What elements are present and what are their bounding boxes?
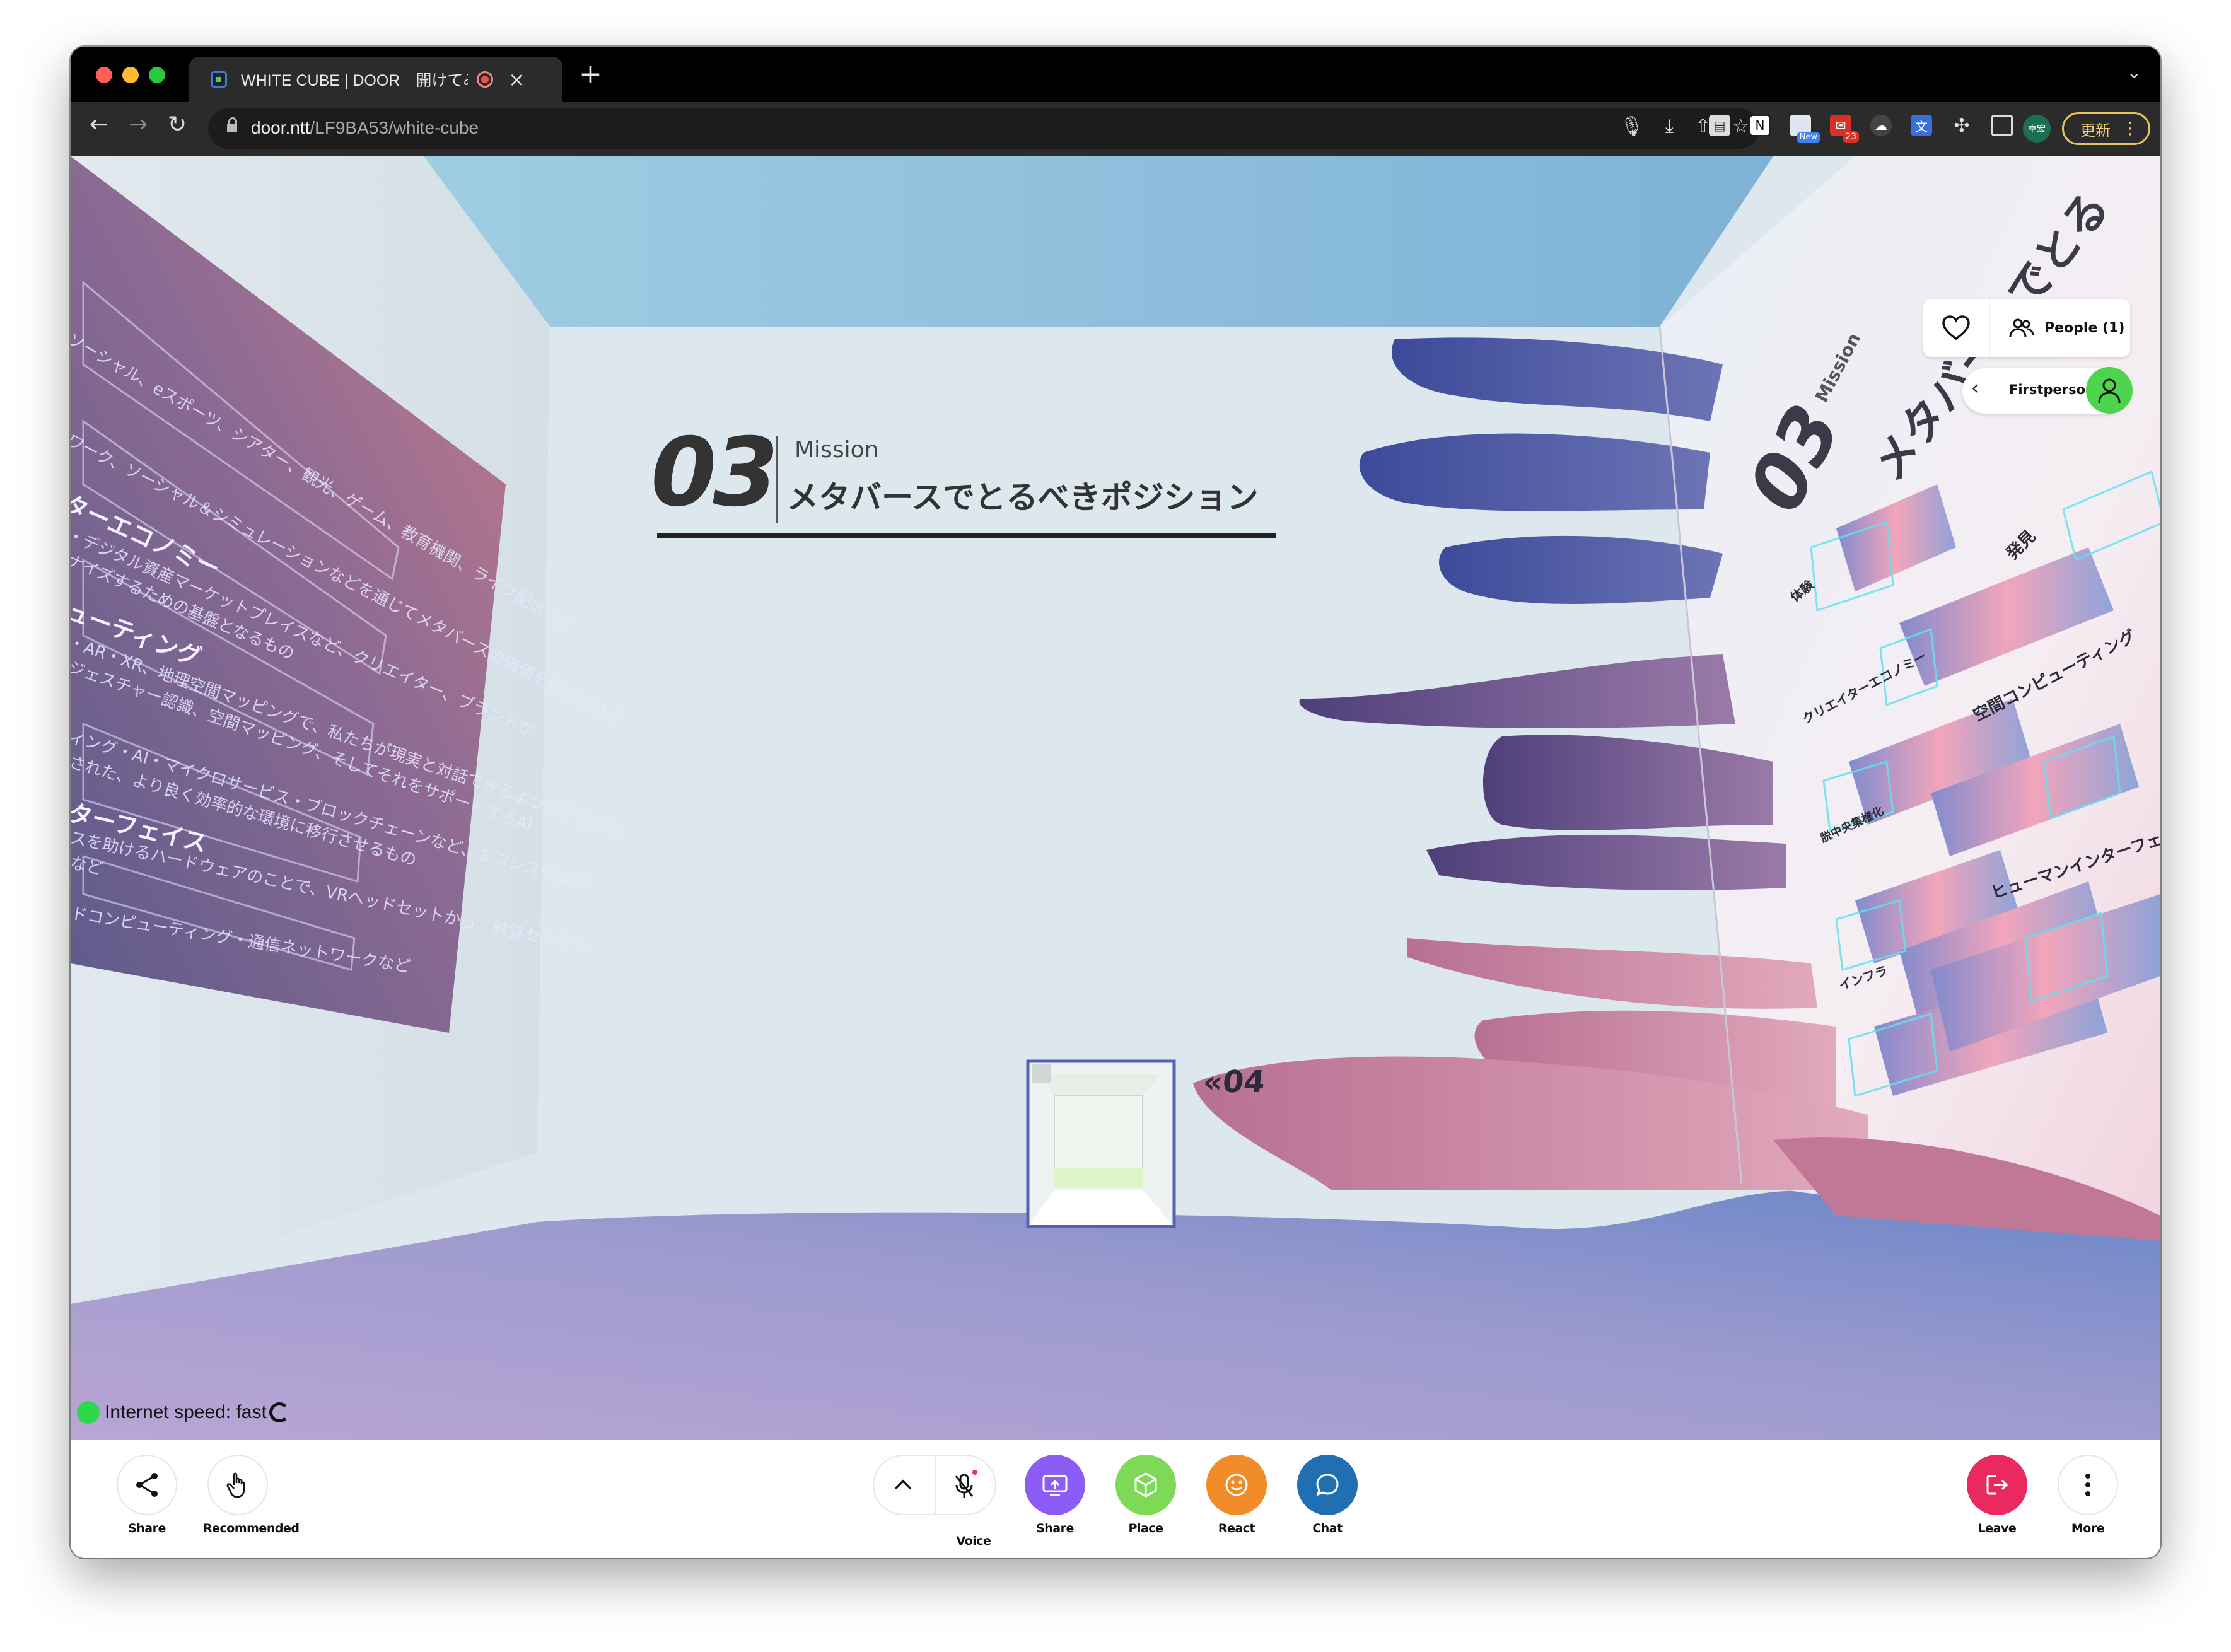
microphone-icon[interactable]: 🎙	[1620, 117, 1644, 136]
side-panel-icon[interactable]	[1991, 115, 2013, 136]
tab-search-chevron-icon[interactable]: ⌄	[2127, 62, 2141, 83]
puzzle-extensions-icon[interactable]: ✣	[1951, 115, 1972, 137]
forward-arrow-icon[interactable]: →	[129, 113, 148, 136]
share-space-label: Share	[128, 1521, 166, 1535]
more-control: More	[2053, 1455, 2123, 1535]
share-space-button[interactable]	[117, 1455, 177, 1515]
more-button[interactable]	[2058, 1455, 2118, 1515]
share-space-control: Share	[112, 1455, 182, 1535]
mission-poster: 03 Mission メタバースでとるべきポジション	[651, 418, 1281, 538]
view-mode-label: Firstperson	[2009, 382, 2095, 397]
maximize-window-button[interactable]	[149, 67, 165, 83]
voice-control-group	[873, 1455, 996, 1515]
address-bar[interactable]: door.ntt/LF9BA53/white-cube 🎙 ⤓ ⇧ ☆	[208, 108, 1759, 149]
tab-strip: WHITE CUBE | DOOR 開けてみよう × + ⌄	[71, 47, 2160, 102]
tab-white-cube[interactable]: WHITE CUBE | DOOR 開けてみよう ×	[189, 57, 562, 102]
bottom-control-bar: Share Recommended Voice Share Place Reac…	[71, 1440, 2160, 1558]
recommended-control: Recommended	[203, 1455, 300, 1535]
voice-options-chevron-icon[interactable]	[889, 1471, 917, 1501]
leave-control: Leave	[1962, 1455, 2032, 1535]
smiley-icon	[1225, 1474, 1248, 1496]
leave-label: Leave	[1978, 1521, 2017, 1535]
connection-status-dot	[77, 1401, 100, 1424]
kebab-menu-icon	[2085, 1474, 2090, 1496]
internet-speed-text: Internet speed: fast	[105, 1402, 267, 1422]
cube-icon	[1134, 1472, 1157, 1498]
install-app-icon[interactable]: ⤓	[1665, 117, 1674, 136]
react-label: React	[1218, 1521, 1255, 1535]
recording-indicator-icon	[477, 71, 493, 88]
poster-number: 03	[651, 418, 779, 528]
poster-subtitle: Mission	[795, 437, 879, 463]
lock-icon[interactable]	[227, 117, 237, 132]
screen-share-label: Share	[1036, 1521, 1074, 1535]
screen-share-button[interactable]	[1025, 1455, 1085, 1515]
profile-avatar[interactable]: 卓宏	[2023, 115, 2051, 143]
next-room-sign[interactable]: «04	[1201, 1064, 1267, 1100]
url-path: /LF9BA53/white-cube	[310, 118, 479, 137]
people-icon	[2009, 318, 2034, 337]
share-icon	[136, 1473, 158, 1497]
cloud-extension-icon[interactable]: ☁	[1870, 115, 1892, 136]
extensions-row: ▤ N New ✉ 23 ☁ 文 ✣	[1709, 115, 2013, 143]
mail-extension-icon[interactable]: ✉ 23	[1830, 115, 1859, 143]
notion-extension-icon[interactable]: N	[1749, 115, 1771, 136]
like-button[interactable]	[1923, 299, 1990, 357]
microphone-muted-icon[interactable]	[948, 1469, 981, 1504]
poster-title: メタバースでとるべきポジション	[787, 479, 1259, 516]
react-button[interactable]	[1206, 1455, 1267, 1515]
3d-viewport[interactable]: 03 Mission メタバースでとるべきポジション ソーシャル、eスポーツ、シ…	[71, 156, 2160, 1440]
update-browser-button[interactable]: 更新 ⋮	[2062, 112, 2150, 145]
reload-icon[interactable]: ↻	[168, 113, 187, 136]
url-host: door.ntt	[251, 118, 310, 137]
update-label: 更新	[2080, 121, 2111, 139]
heart-icon	[1942, 315, 1970, 340]
mail-badge-count: 23	[1843, 131, 1859, 143]
clipboard-extension-icon[interactable]: ▤	[1709, 115, 1730, 136]
hand-pointer-icon	[226, 1472, 245, 1498]
screen-share-icon	[1042, 1475, 1068, 1496]
place-label: Place	[1128, 1521, 1163, 1535]
browser-window: WHITE CUBE | DOOR 開けてみよう × + ⌄ ← → ↻ doo…	[71, 47, 2160, 1558]
browser-toolbar: ← → ↻ door.ntt/LF9BA53/white-cube 🎙 ⤓ ⇧ …	[71, 102, 2160, 156]
recommended-button[interactable]	[207, 1455, 268, 1515]
poster-separator	[776, 436, 778, 523]
screen-share-control: Share	[1020, 1455, 1090, 1535]
leave-button[interactable]	[1967, 1455, 2027, 1515]
news-extension-icon[interactable]: New	[1790, 115, 1820, 143]
chat-bubble-icon	[1316, 1474, 1339, 1496]
place-button[interactable]	[1116, 1455, 1176, 1515]
chevron-left-icon[interactable]: ‹	[1971, 377, 1979, 399]
more-label: More	[2071, 1521, 2105, 1535]
url-text[interactable]: door.ntt/LF9BA53/white-cube	[251, 118, 479, 138]
voice-label: Voice	[956, 1534, 991, 1548]
exit-door-icon	[1986, 1475, 2008, 1495]
people-label: People (1)	[2044, 320, 2125, 336]
place-control: Place	[1111, 1455, 1180, 1535]
new-badge: New	[1797, 132, 1820, 143]
recommended-label: Recommended	[203, 1521, 300, 1535]
browser-menu-icon[interactable]: ⋮	[2122, 119, 2138, 138]
voice-divider	[935, 1456, 936, 1514]
door-favicon-icon	[211, 71, 227, 88]
minimize-window-button[interactable]	[122, 67, 139, 83]
chat-button[interactable]	[1297, 1455, 1358, 1515]
close-window-button[interactable]	[96, 67, 112, 83]
firstperson-avatar-icon[interactable]	[2086, 367, 2133, 414]
react-control: React	[1202, 1455, 1271, 1535]
tab-title: WHITE CUBE | DOOR 開けてみよう	[241, 72, 468, 90]
social-panel: People (1)	[1923, 299, 2130, 357]
poster-underline	[657, 533, 1276, 538]
back-arrow-icon[interactable]: ←	[90, 113, 108, 136]
new-tab-button[interactable]: +	[579, 61, 602, 88]
internet-status: Internet speed: fast	[77, 1400, 289, 1425]
tab-close-icon[interactable]: ×	[508, 69, 525, 90]
translate-extension-icon[interactable]: 文	[1911, 115, 1932, 136]
view-mode-toggle[interactable]: ‹ Firstperson	[1962, 367, 2133, 414]
spinner-icon	[269, 1402, 289, 1422]
chat-label: Chat	[1312, 1521, 1343, 1535]
people-button[interactable]: People (1)	[1990, 318, 2124, 338]
chat-control: Chat	[1293, 1455, 1362, 1535]
